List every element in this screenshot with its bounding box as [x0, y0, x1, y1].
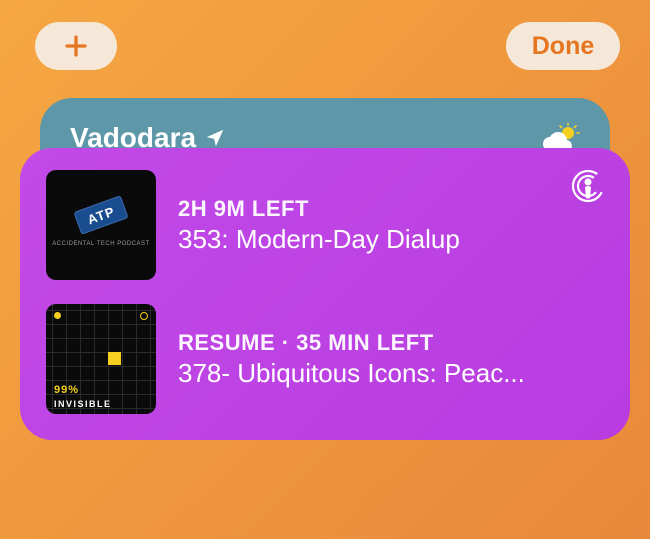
podcast-item[interactable]: ATP ACCIDENTAL TECH PODCAST 2H 9M LEFT 3… — [46, 170, 604, 280]
podcast-meta: 2H 9M LEFT — [178, 196, 604, 222]
artwork-badge: ATP — [73, 195, 128, 235]
podcasts-widget[interactable]: ATP ACCIDENTAL TECH PODCAST 2H 9M LEFT 3… — [20, 148, 630, 440]
artwork-line2: INVISIBLE — [54, 399, 112, 409]
podcast-artwork: 99% INVISIBLE — [46, 304, 156, 414]
add-widget-button[interactable] — [35, 22, 117, 70]
location-icon — [204, 127, 226, 149]
podcasts-app-icon — [570, 168, 606, 209]
podcast-meta: RESUME · 35 MIN LEFT — [178, 330, 604, 356]
widget-stack: Vadodara — [0, 70, 650, 218]
podcast-text: 2H 9M LEFT 353: Modern-Day Dialup — [178, 196, 604, 255]
podcast-title: 353: Modern-Day Dialup — [178, 224, 604, 255]
editor-toolbar: Done — [0, 0, 650, 70]
plus-icon — [64, 34, 88, 58]
podcast-text: RESUME · 35 MIN LEFT 378- Ubiquitous Ico… — [178, 330, 604, 389]
done-button[interactable]: Done — [506, 22, 620, 70]
podcast-title: 378- Ubiquitous Icons: Peac... — [178, 358, 604, 389]
podcast-artwork: ATP ACCIDENTAL TECH PODCAST — [46, 170, 156, 280]
done-label: Done — [532, 32, 595, 61]
podcast-item[interactable]: 99% INVISIBLE RESUME · 35 MIN LEFT 378- … — [46, 304, 604, 414]
artwork-line1: 99% — [54, 384, 79, 396]
artwork-subtitle: ACCIDENTAL TECH PODCAST — [52, 241, 149, 247]
